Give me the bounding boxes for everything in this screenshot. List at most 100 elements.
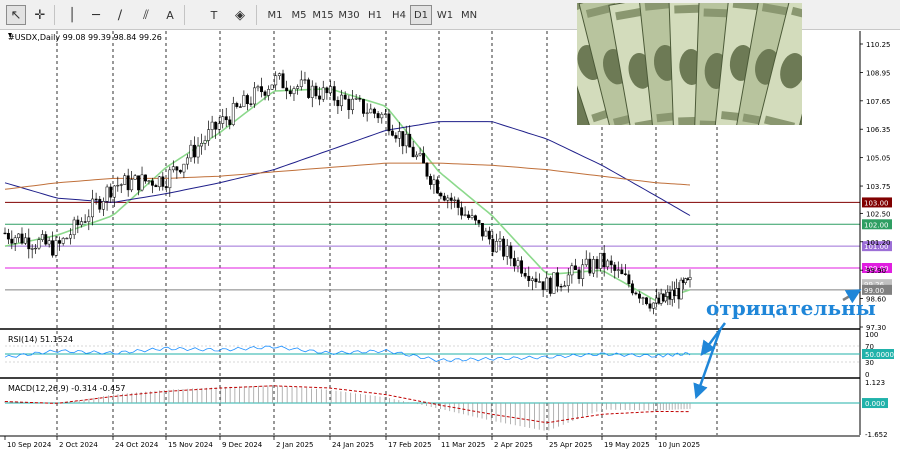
candle-body — [570, 265, 574, 276]
price-tick-label: 99.90 — [866, 267, 886, 275]
candle-body — [238, 106, 242, 108]
date-label: 10 Sep 2024 — [7, 441, 52, 449]
candle[interactable] — [502, 236, 506, 261]
candle-body — [242, 95, 246, 107]
candle-body — [47, 240, 51, 245]
candle-body — [595, 259, 599, 269]
candle-body — [112, 185, 116, 198]
candle-body — [463, 214, 467, 216]
candle-body — [27, 237, 31, 250]
shapes-tool-button[interactable]: ◈ — [230, 5, 250, 25]
level-label: 103.00 — [864, 199, 889, 207]
candle-body — [538, 281, 541, 283]
candle-body — [415, 154, 419, 158]
candle-body — [616, 269, 620, 271]
candle-body — [545, 277, 549, 290]
candle-body — [439, 192, 443, 197]
candle-body — [37, 239, 41, 249]
candle-body — [137, 175, 141, 191]
equidistant-channel-tool-button[interactable]: ⫽ — [136, 5, 156, 25]
candle-body — [460, 207, 464, 216]
candle-body — [217, 123, 221, 130]
candle-body — [588, 258, 592, 274]
cursor-icon: ↖ — [10, 7, 22, 23]
trendline-tool-button[interactable]: ∕ — [110, 5, 130, 25]
candle-body — [477, 220, 481, 224]
candle-body — [340, 94, 343, 107]
timeframe-h4-button[interactable]: H4 — [388, 5, 410, 25]
candle-body — [559, 286, 563, 288]
candle-body — [30, 248, 34, 250]
candle-body — [245, 95, 249, 105]
candle-body — [40, 234, 44, 240]
crosshair-tool-button[interactable]: ✛ — [30, 5, 50, 25]
candle-body — [318, 95, 322, 100]
candle[interactable] — [548, 276, 552, 297]
candle-body — [51, 240, 55, 256]
dollar-bills-photo — [577, 3, 802, 125]
candle-body — [321, 87, 325, 100]
candle-body — [516, 260, 520, 267]
price-tick-label: 106.35 — [866, 126, 891, 134]
vertical-line-tool-button[interactable]: │ — [62, 5, 82, 25]
macd-tick-label: 0.000 — [865, 400, 885, 408]
candle-body — [144, 174, 147, 182]
candle-body — [435, 179, 439, 194]
candle-body — [520, 260, 524, 274]
text-tool-button[interactable]: A — [160, 5, 180, 25]
timeframe-d1-button[interactable]: D1 — [410, 5, 432, 25]
horizontal-line-icon: ─ — [92, 7, 100, 23]
candle-body — [76, 219, 80, 226]
candle-body — [365, 112, 369, 114]
timeframe-w1-button[interactable]: W1 — [434, 5, 456, 25]
candle-body — [281, 73, 285, 89]
timeframe-m30-button[interactable]: M30 — [338, 5, 360, 25]
cursor-tool-button[interactable]: ↖ — [6, 5, 26, 25]
candle-body — [263, 91, 267, 96]
candle-body — [235, 103, 239, 107]
macd-tick-label: -1.652 — [865, 431, 888, 439]
candle-body — [224, 116, 228, 121]
timeframe-m1-button[interactable]: M1 — [264, 5, 286, 25]
candle-body — [72, 219, 76, 236]
date-label: 10 Jun 2025 — [658, 441, 700, 449]
horizontal-line-tool-button[interactable]: ─ — [86, 5, 106, 25]
timeframe-m15-button[interactable]: M15 — [312, 5, 334, 25]
candle-body — [494, 241, 498, 253]
candle[interactable] — [270, 84, 274, 90]
rsi-tick-label: 50.0000 — [865, 351, 894, 359]
crosshair-icon: ✛ — [34, 7, 46, 23]
candle-body — [182, 163, 186, 173]
candle[interactable] — [552, 272, 556, 294]
candle-body — [196, 145, 200, 158]
timeframe-mn-button[interactable]: MN — [458, 5, 480, 25]
timeframe-h1-button[interactable]: H1 — [364, 5, 386, 25]
chart-header: #USDX,Daily 99.08 99.39 98.84 99.26 — [8, 33, 162, 42]
candle-body — [20, 233, 24, 244]
timeframe-m5-button[interactable]: M5 — [288, 5, 310, 25]
candle[interactable] — [307, 77, 311, 99]
candle-body — [292, 88, 296, 95]
candle-body — [347, 98, 351, 111]
candle-body — [509, 245, 513, 259]
candle-body — [453, 199, 457, 202]
level-label: 102.00 — [864, 221, 889, 229]
candle-body — [397, 131, 401, 139]
candle-body — [249, 103, 253, 105]
candle-body — [606, 260, 610, 268]
text-label-tool-button[interactable]: T — [204, 5, 224, 25]
candle-body — [548, 277, 552, 294]
candle-body — [609, 260, 613, 266]
candle-body — [34, 247, 38, 250]
candle-body — [623, 273, 627, 275]
candle-body — [446, 197, 450, 201]
price-tick-label: 103.75 — [866, 183, 891, 191]
candle-body — [116, 184, 120, 187]
candle-body — [147, 180, 151, 182]
candle-body — [10, 238, 14, 244]
price-tick-label: 102.50 — [866, 210, 891, 218]
candle-body — [332, 86, 336, 101]
candle-body — [408, 133, 412, 148]
price-tick-label: 108.95 — [866, 69, 891, 77]
candle-body — [541, 281, 545, 290]
